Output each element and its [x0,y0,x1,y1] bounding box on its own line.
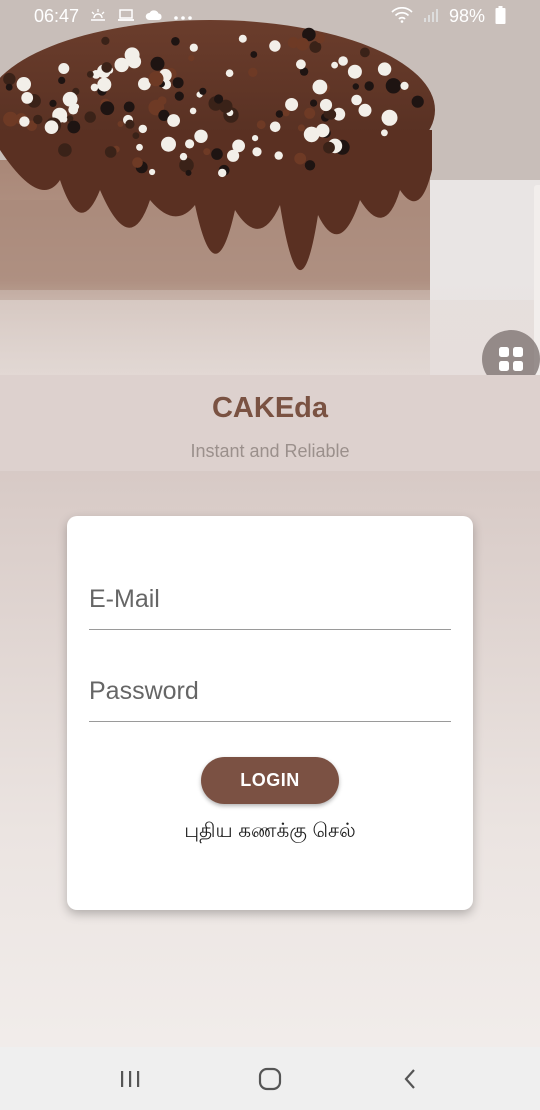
register-link[interactable]: புதிய கணக்கு செல் [67,820,473,845]
wifi-icon [391,6,413,26]
cloud-icon [145,9,163,24]
grid-icon [499,347,523,371]
status-left: 06:47 [34,6,193,27]
sunrise-icon [89,8,107,25]
status-time: 06:47 [34,5,80,26]
back-button[interactable] [380,1054,440,1104]
email-field [89,570,451,630]
recent-apps-icon [121,1070,140,1087]
email-input[interactable] [89,570,451,629]
status-right: 98% [391,5,506,27]
more-dots-icon [173,9,193,24]
home-icon [258,1067,282,1090]
hero-fade-overlay [0,0,540,400]
status-bar: 06:47 98% [0,0,540,32]
password-field [89,662,451,722]
password-input[interactable] [89,662,451,721]
app-title: CAKEda [211,392,328,424]
system-nav-bar [0,1047,540,1110]
laptop-icon [117,8,135,25]
back-icon [404,1068,415,1089]
login-button[interactable]: LOGIN [201,757,339,804]
battery-percent: 98% [448,5,485,26]
login-card: LOGIN புதிய கணக்கு செல் [67,516,473,910]
recent-apps-button[interactable] [100,1054,160,1104]
battery-icon [495,5,506,27]
app-subtitle: Instant and Reliable [190,441,350,461]
home-button[interactable] [240,1054,300,1104]
signal-icon [423,7,439,26]
hero-cake-image [0,0,540,400]
